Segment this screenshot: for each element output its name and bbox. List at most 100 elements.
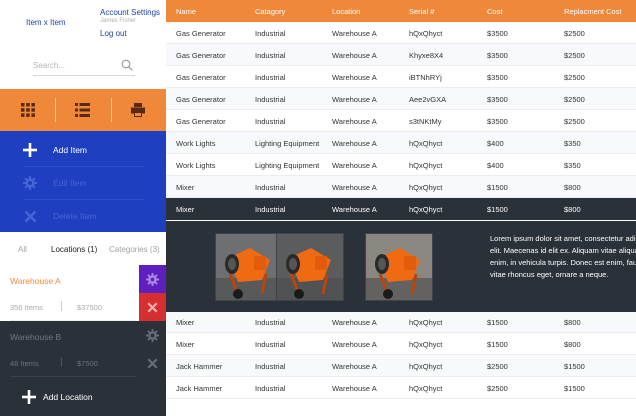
divider bbox=[61, 357, 62, 367]
cell-location: Warehouse A bbox=[332, 362, 377, 371]
cell-location: Warehouse A bbox=[332, 51, 377, 60]
cell-serial: iBTNhRYj bbox=[409, 73, 442, 82]
cement-mixer-photo[interactable] bbox=[365, 233, 433, 301]
table-header: Name Catagory Location Serial # Cost Replacme… bbox=[166, 0, 636, 22]
cell-location: Warehouse A bbox=[332, 183, 377, 192]
cell-name: Gas Generator bbox=[176, 117, 226, 126]
cell-category: Industrial bbox=[255, 340, 286, 349]
table-row[interactable]: Gas Generator Industrial Warehouse A hQxQhy… bbox=[166, 22, 636, 44]
cell-name: Gas Generator bbox=[176, 95, 226, 104]
search-icon[interactable] bbox=[121, 59, 133, 71]
cell-location: Warehouse A bbox=[332, 340, 377, 349]
location-delete-button[interactable] bbox=[139, 349, 166, 377]
add-location-button[interactable]: Add Location bbox=[0, 377, 166, 416]
cell-replacement-cost: $2500 bbox=[564, 29, 585, 38]
plus-icon bbox=[23, 142, 37, 157]
table-row[interactable]: Gas Generator Industrial Warehouse A Aee2vG… bbox=[166, 88, 636, 110]
cell-replacement-cost: $800 bbox=[564, 340, 581, 349]
cell-cost: $1500 bbox=[487, 205, 508, 214]
table-row[interactable]: Jack Hammer Industrial Warehouse A hQxQhyct… bbox=[166, 377, 636, 399]
close-icon bbox=[23, 209, 37, 223]
list-view-button[interactable] bbox=[55, 89, 110, 131]
location-settings-button[interactable] bbox=[139, 265, 166, 293]
gear-icon bbox=[146, 272, 159, 286]
table-row[interactable]: Gas Generator Industrial Warehouse A Khyxe8… bbox=[166, 44, 636, 66]
table-row[interactable]: Work Lights Lighting Equipment Warehouse A… bbox=[166, 132, 636, 154]
delete-item-button[interactable]: Delete Item bbox=[23, 199, 144, 232]
list-view-icon bbox=[75, 103, 91, 117]
logout-link[interactable]: Log out bbox=[100, 29, 160, 38]
item-description: Lorem ipsum dolor sit amet, consectetur … bbox=[490, 234, 636, 279]
cell-name: Jack Hammer bbox=[176, 384, 223, 393]
cell-location: Warehouse A bbox=[332, 29, 377, 38]
column-header-category[interactable]: Catagory bbox=[255, 7, 285, 16]
tab-categories[interactable]: Categories (3) bbox=[109, 245, 160, 254]
cell-serial: hQxQhyct bbox=[409, 362, 443, 371]
column-header-replacement-cost[interactable]: Replacment Cost bbox=[564, 7, 622, 16]
cell-name: Mixer bbox=[176, 340, 195, 349]
grid-view-button[interactable] bbox=[0, 89, 55, 131]
location-item[interactable]: Warehouse B 48 Items $7500 bbox=[0, 321, 166, 377]
cell-location: Warehouse A bbox=[332, 318, 377, 327]
cell-replacement-cost: $2500 bbox=[564, 73, 585, 82]
cell-category: Industrial bbox=[255, 51, 286, 60]
tab-locations[interactable]: Locations (1) bbox=[51, 245, 97, 254]
plus-icon bbox=[22, 389, 36, 404]
cell-name: Jack Hammer bbox=[176, 362, 223, 371]
column-header-name[interactable]: Name bbox=[176, 7, 196, 16]
cell-serial: hQxQhyct bbox=[409, 29, 443, 38]
cell-name: Gas Generator bbox=[176, 73, 226, 82]
cell-serial: hQxQhyct bbox=[409, 161, 443, 170]
location-item[interactable]: Warehouse A 356 Items $37500 bbox=[0, 265, 166, 321]
cell-name: Work Lights bbox=[176, 161, 216, 170]
table-row[interactable]: Gas Generator Industrial Warehouse A s3tNKt… bbox=[166, 110, 636, 132]
column-header-location[interactable]: Location bbox=[332, 7, 360, 16]
cell-cost: $3500 bbox=[487, 29, 508, 38]
print-button[interactable] bbox=[110, 89, 166, 131]
table-row[interactable]: Mixer Industrial Warehouse A hQxQhyct $1500 $… bbox=[166, 333, 636, 355]
cell-replacement-cost: $1500 bbox=[564, 362, 585, 371]
cell-replacement-cost: $800 bbox=[564, 183, 581, 192]
table-row-selected[interactable]: Mixer Industrial Warehouse A hQxQhyct $1500 $… bbox=[166, 198, 636, 220]
account-settings-link[interactable]: Account Settings bbox=[100, 8, 160, 17]
cement-mixer-photo[interactable] bbox=[276, 233, 344, 301]
app-brand[interactable]: Item x Item bbox=[26, 18, 66, 27]
cell-cost: $3500 bbox=[487, 95, 508, 104]
location-total-cost: $7500 bbox=[77, 359, 98, 368]
cell-location: Warehouse A bbox=[332, 117, 377, 126]
cell-cost: $3500 bbox=[487, 117, 508, 126]
cell-category: Industrial bbox=[255, 95, 286, 104]
column-header-cost[interactable]: Cost bbox=[487, 7, 502, 16]
cement-mixer-photo[interactable] bbox=[215, 233, 283, 301]
column-header-serial[interactable]: Serial # bbox=[409, 7, 434, 16]
table-row[interactable]: Gas Generator Industrial Warehouse A iBTNhR… bbox=[166, 66, 636, 88]
cell-serial: hQxQhyct bbox=[409, 205, 443, 214]
cell-cost: $400 bbox=[487, 139, 504, 148]
cell-serial: hQxQhyct bbox=[409, 139, 443, 148]
table-row[interactable]: Work Lights Lighting Equipment Warehouse A… bbox=[166, 154, 636, 176]
cell-name: Mixer bbox=[176, 183, 195, 192]
location-delete-button[interactable] bbox=[139, 293, 166, 321]
edit-item-button[interactable]: Edit Item bbox=[23, 166, 144, 199]
cell-location: Warehouse A bbox=[332, 95, 377, 104]
cell-replacement-cost: $350 bbox=[564, 139, 581, 148]
cell-location: Warehouse A bbox=[332, 139, 377, 148]
cell-replacement-cost: $2500 bbox=[564, 51, 585, 60]
table-row[interactable]: Mixer Industrial Warehouse A hQxQhyct $1500 $… bbox=[166, 176, 636, 198]
cell-category: Industrial bbox=[255, 183, 286, 192]
cell-cost: $2500 bbox=[487, 384, 508, 393]
cell-cost: $400 bbox=[487, 161, 504, 170]
add-item-button[interactable]: Add Item bbox=[23, 133, 144, 166]
cell-category: Industrial bbox=[255, 29, 286, 38]
add-location-label: Add Location bbox=[43, 391, 93, 402]
table-row[interactable]: Mixer Industrial Warehouse A hQxQhyct $1500 $… bbox=[166, 311, 636, 333]
cell-replacement-cost: $2500 bbox=[564, 117, 585, 126]
divider bbox=[61, 301, 62, 311]
search-input[interactable] bbox=[33, 56, 117, 74]
table-row[interactable]: Jack Hammer Industrial Warehouse A hQxQhyct… bbox=[166, 355, 636, 377]
cell-location: Warehouse A bbox=[332, 384, 377, 393]
tab-all[interactable]: All bbox=[18, 245, 27, 254]
location-settings-button[interactable] bbox=[139, 321, 166, 349]
cell-location: Warehouse A bbox=[332, 161, 377, 170]
cell-cost: $1500 bbox=[487, 183, 508, 192]
